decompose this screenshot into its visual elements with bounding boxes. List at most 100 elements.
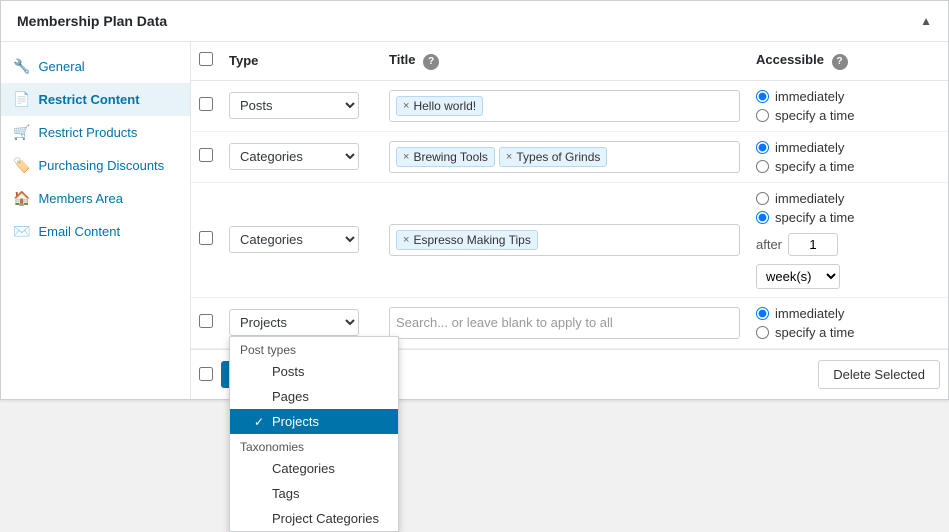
dropdown-item-project-categories[interactable]: Project Categories (230, 506, 398, 531)
radio-group: immediately specify a time (756, 140, 940, 174)
radio-label: specify a time (775, 325, 854, 340)
radio-group: immediately specify a time (756, 306, 940, 340)
dropdown-item-pages[interactable]: Pages (230, 384, 398, 409)
row-checkbox-0[interactable] (199, 97, 213, 111)
type-select-1[interactable]: PostsPagesProjectsCategoriesTagsProject … (229, 143, 359, 170)
sidebar-label-purchasing-discounts: Purchasing Discounts (38, 158, 164, 173)
purchasing-discounts-icon: 🏷️ (13, 157, 30, 174)
dropdown-item-tags[interactable]: Tags (230, 481, 398, 506)
tag: ×Brewing Tools (396, 147, 495, 167)
radio-item-immediately[interactable]: immediately (756, 89, 940, 104)
accessible-header: Accessible ? (748, 42, 948, 80)
members-area-icon: 🏠 (13, 190, 30, 207)
radio-label: specify a time (775, 210, 854, 225)
tag-placeholder: Search... or leave blank to apply to all (396, 315, 613, 330)
dropdown-group-label: Taxonomies (230, 434, 398, 456)
radio-label: immediately (775, 89, 844, 104)
sidebar-label-restrict-products: Restrict Products (38, 125, 137, 140)
radio-immediately-0[interactable] (756, 90, 769, 103)
sidebar-label-general: General (38, 59, 84, 74)
sidebar-item-restrict-content[interactable]: 📄 Restrict Content (1, 83, 190, 116)
radio-group: immediately specify a time (756, 89, 940, 123)
tag-field[interactable]: ×Espresso Making Tips (389, 224, 740, 256)
radio-specify-a-time-0[interactable] (756, 109, 769, 122)
content-table: Type Title ? Accessible ? PostsPagesProj… (191, 42, 948, 349)
radio-label: immediately (775, 306, 844, 321)
general-icon: 🔧 (13, 58, 30, 75)
tag-remove-icon[interactable]: × (403, 100, 409, 112)
radio-label: immediately (775, 191, 844, 206)
tag-field[interactable]: ×Hello world! (389, 90, 740, 122)
checkmark-icon: ✓ (254, 415, 268, 429)
restrict-products-icon: 🛒 (13, 124, 30, 141)
type-select-0[interactable]: PostsPagesProjectsCategoriesTagsProject … (229, 92, 359, 119)
radio-item-specify-a-time[interactable]: specify a time (756, 108, 940, 123)
sidebar-label-email-content: Email Content (38, 224, 120, 239)
accessible-help-icon[interactable]: ? (832, 54, 848, 70)
tag: ×Hello world! (396, 96, 483, 116)
main-content: Type Title ? Accessible ? PostsPagesProj… (191, 42, 948, 399)
tag-remove-icon[interactable]: × (403, 234, 409, 246)
radio-item-immediately[interactable]: immediately (756, 306, 940, 321)
footer-checkbox[interactable] (199, 367, 213, 381)
toggle-icon[interactable]: ▲ (920, 14, 932, 28)
radio-immediately-1[interactable] (756, 141, 769, 154)
tag-field[interactable]: ×Brewing Tools×Types of Grinds (389, 141, 740, 173)
type-select-2[interactable]: PostsPagesProjectsCategoriesTagsProject … (229, 226, 359, 253)
radio-immediately-3[interactable] (756, 307, 769, 320)
title-header: Title ? (381, 42, 748, 80)
row-checkbox-1[interactable] (199, 148, 213, 162)
restrict-content-icon: 📄 (13, 91, 30, 108)
table-row: PostsPagesProjectsCategoriesTagsProject … (191, 182, 948, 297)
row-checkbox-2[interactable] (199, 231, 213, 245)
radio-specify-a-time-3[interactable] (756, 326, 769, 339)
sidebar-item-general[interactable]: 🔧 General (1, 50, 190, 83)
unit-row: day(s)week(s)month(s)year(s) (756, 264, 940, 289)
panel-header: Membership Plan Data ▲ (1, 1, 948, 42)
title-help-icon[interactable]: ? (423, 54, 439, 70)
sidebar-item-restrict-products[interactable]: 🛒 Restrict Products (1, 116, 190, 149)
tag-remove-icon[interactable]: × (403, 151, 409, 163)
sidebar-item-members-area[interactable]: 🏠 Members Area (1, 182, 190, 215)
radio-item-immediately[interactable]: immediately (756, 191, 940, 206)
radio-immediately-2[interactable] (756, 192, 769, 205)
time-value-input[interactable] (788, 233, 838, 256)
type-dropdown-wrapper: PostsPagesProjectsCategoriesTagsProject … (229, 309, 373, 336)
sidebar-label-members-area: Members Area (38, 191, 123, 206)
sidebar-label-restrict-content: Restrict Content (38, 92, 139, 107)
sidebar-item-email-content[interactable]: ✉️ Email Content (1, 215, 190, 248)
radio-label: specify a time (775, 159, 854, 174)
time-unit-select[interactable]: day(s)week(s)month(s)year(s) (756, 264, 840, 289)
dropdown-item-posts[interactable]: Posts (230, 359, 398, 384)
tag: ×Espresso Making Tips (396, 230, 538, 250)
row-checkbox-3[interactable] (199, 314, 213, 328)
tag: ×Types of Grinds (499, 147, 607, 167)
radio-group: immediately specify a time after day(s)we… (756, 191, 940, 289)
table-row: PostsPagesProjectsCategoriesTagsProject … (191, 80, 948, 131)
type-select-3[interactable]: PostsPagesProjectsCategoriesTagsProject … (229, 309, 359, 336)
dropdown-group-label: Post types (230, 337, 398, 359)
sidebar: 🔧 General 📄 Restrict Content 🛒 Restrict Produ… (1, 42, 191, 399)
type-header: Type (221, 42, 381, 80)
radio-label: immediately (775, 140, 844, 155)
sidebar-item-purchasing-discounts[interactable]: 🏷️ Purchasing Discounts (1, 149, 190, 182)
dropdown-menu: Post typesPostsPages✓ProjectsTaxonomiesC… (229, 336, 399, 532)
radio-item-specify-a-time[interactable]: specify a time (756, 210, 940, 225)
tag-field[interactable]: Search... or leave blank to apply to all (389, 307, 740, 339)
select-all-checkbox[interactable] (199, 52, 213, 66)
table-row: PostsPagesProjectsCategoriesTagsProject … (191, 131, 948, 182)
time-input-row: after (756, 233, 940, 256)
radio-item-specify-a-time[interactable]: specify a time (756, 325, 940, 340)
after-label: after (756, 237, 782, 252)
radio-item-immediately[interactable]: immediately (756, 140, 940, 155)
email-content-icon: ✉️ (13, 223, 30, 240)
radio-specify-a-time-1[interactable] (756, 160, 769, 173)
tag-remove-icon[interactable]: × (506, 151, 512, 163)
table-row: PostsPagesProjectsCategoriesTagsProject … (191, 297, 948, 348)
panel-title: Membership Plan Data (17, 13, 167, 29)
dropdown-item-categories[interactable]: Categories (230, 456, 398, 481)
dropdown-item-projects[interactable]: ✓Projects (230, 409, 398, 434)
radio-specify-a-time-2[interactable] (756, 211, 769, 224)
delete-selected-button[interactable]: Delete Selected (818, 360, 940, 389)
radio-item-specify-a-time[interactable]: specify a time (756, 159, 940, 174)
